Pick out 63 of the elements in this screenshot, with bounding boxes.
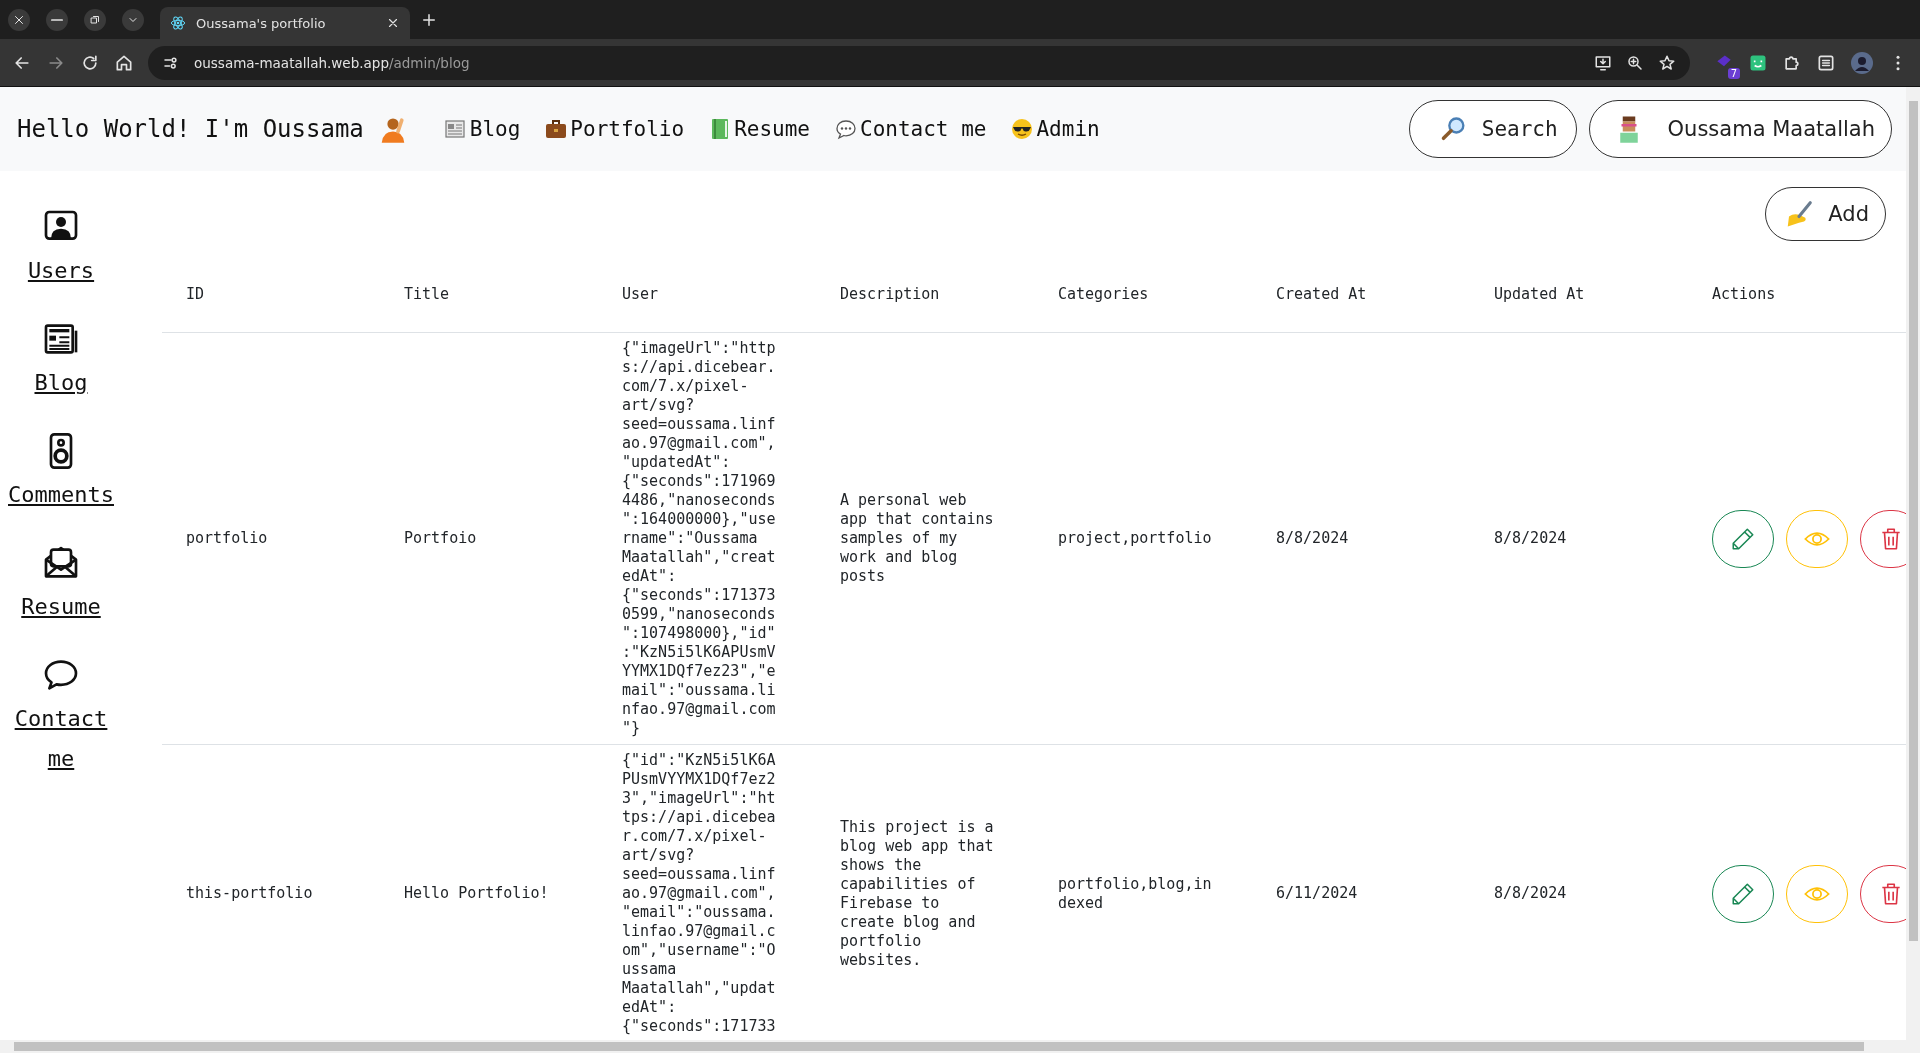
sidebar-link[interactable]: Comments bbox=[8, 475, 114, 515]
column-header: User bbox=[598, 241, 816, 333]
delete-button[interactable] bbox=[1860, 864, 1906, 923]
table-cell-text: Portfoio bbox=[404, 529, 478, 548]
table-cell-text: portfolio bbox=[186, 529, 269, 548]
address-bar[interactable]: oussama-maatallah.web.app/admin/blog bbox=[148, 45, 1690, 80]
column-header: ID bbox=[162, 241, 380, 333]
avatar-icon[interactable] bbox=[1850, 50, 1874, 75]
tab-title: Oussama's portfolio bbox=[196, 15, 327, 31]
close-window-button[interactable] bbox=[8, 8, 30, 31]
site-title: Hello World! I'm Oussama bbox=[17, 115, 364, 143]
column-header: Created At bbox=[1252, 241, 1470, 333]
install-app-icon[interactable] bbox=[1594, 53, 1612, 72]
sidebar-link[interactable]: Blog bbox=[34, 363, 88, 403]
minimize-button[interactable] bbox=[46, 8, 68, 31]
minimize-icon bbox=[51, 18, 63, 21]
vertical-scrollbar[interactable] bbox=[1906, 87, 1920, 1040]
search-button[interactable]: Search bbox=[1408, 100, 1577, 158]
star-icon[interactable] bbox=[1658, 53, 1676, 72]
table-cell-text: 8/8/2024 bbox=[1494, 529, 1568, 548]
nav-link[interactable]: Contact me bbox=[834, 117, 987, 141]
table-cell-text: 8/8/2024 bbox=[1276, 529, 1350, 548]
column-header: Categories bbox=[1034, 241, 1252, 333]
table-cell: This project is a blog web app that shows the capabilities of Firebase to create blog and portfolio websites. bbox=[840, 817, 994, 970]
nav-link[interactable]: Admin bbox=[1010, 117, 1100, 141]
nav-link[interactable]: Resume bbox=[708, 117, 810, 141]
sidebar-link[interactable]: Contact me bbox=[0, 699, 122, 779]
table-cell: project,portfolio bbox=[1058, 529, 1212, 548]
pencil-icon bbox=[1730, 525, 1756, 552]
horizontal-scrollbar[interactable] bbox=[0, 1040, 1906, 1053]
sidebar-link[interactable]: Resume bbox=[21, 587, 101, 627]
browser-tab[interactable]: Oussama's portfolio bbox=[160, 7, 410, 39]
newspaper-icon bbox=[443, 117, 468, 141]
table-cell: {"imageUrl":"https://api.dicebear.com/7.x/pixel-art/svg?seed=oussama.linfao.97@gmail.com","updatedAt":{"seconds":1719694486,"nanoseconds":164000000},"username":"Oussama Maatallah","createdAt":{"seconds":1713730599,"nanoseconds":107498000},"id":"KzN5i5lK6APUsmVYYMX1DQf7ez23","email":"oussama.linfao.97@gmail.com"} bbox=[622, 339, 776, 738]
column-header: Title bbox=[380, 241, 598, 333]
pencil-icon bbox=[1730, 880, 1756, 907]
close-icon bbox=[13, 13, 25, 26]
table-cell-text: this-portfolio bbox=[186, 884, 314, 903]
table-cell-text: 6/11/2024 bbox=[1276, 884, 1359, 903]
table-cell: {"id":"KzN5i5lK6APUsmVYYMX1DQf7ez23","imageUrl":"https://api.dicebear.com/7.x/pixel-art/svg?seed=oussama.linfao.97@gmail.com","email":"oussama.linfao.97@gmail.com","username":"Oussama Maatallah","updatedAt":{"seconds":171733 bbox=[622, 751, 776, 1036]
table-cell: portfolio,blog,indexed bbox=[1058, 874, 1212, 913]
atom-icon bbox=[170, 15, 186, 31]
user-menu-button[interactable]: Oussama Maatallah bbox=[1588, 100, 1892, 158]
tab-search-button[interactable] bbox=[122, 8, 144, 31]
url-text: oussama-maatallah.web.app/admin/blog bbox=[194, 54, 471, 71]
table-cell-text: Hello Portfolio! bbox=[404, 884, 550, 903]
column-header: Description bbox=[816, 241, 1034, 333]
speech-bubble-icon bbox=[834, 117, 858, 141]
delete-button[interactable] bbox=[1860, 509, 1906, 568]
extension-badge: 7 bbox=[1727, 67, 1740, 79]
sidebar-link[interactable]: Users bbox=[27, 251, 95, 291]
restore-icon bbox=[89, 13, 101, 26]
nav-link[interactable]: Blog bbox=[443, 117, 521, 141]
column-header: Updated At bbox=[1470, 241, 1688, 333]
nav-link[interactable]: Portfolio bbox=[544, 117, 685, 141]
table-cell-text: 8/8/2024 bbox=[1494, 884, 1568, 903]
close-tab-icon[interactable] bbox=[386, 16, 400, 30]
table-cell: A personal web app that contains samples of my work and blog posts bbox=[840, 491, 994, 586]
sunglasses-face-icon bbox=[1010, 117, 1035, 141]
zoom-icon[interactable] bbox=[1626, 53, 1644, 72]
briefcase-icon bbox=[544, 117, 569, 141]
restore-button[interactable] bbox=[84, 8, 106, 31]
add-button[interactable]: Add bbox=[1765, 187, 1886, 241]
